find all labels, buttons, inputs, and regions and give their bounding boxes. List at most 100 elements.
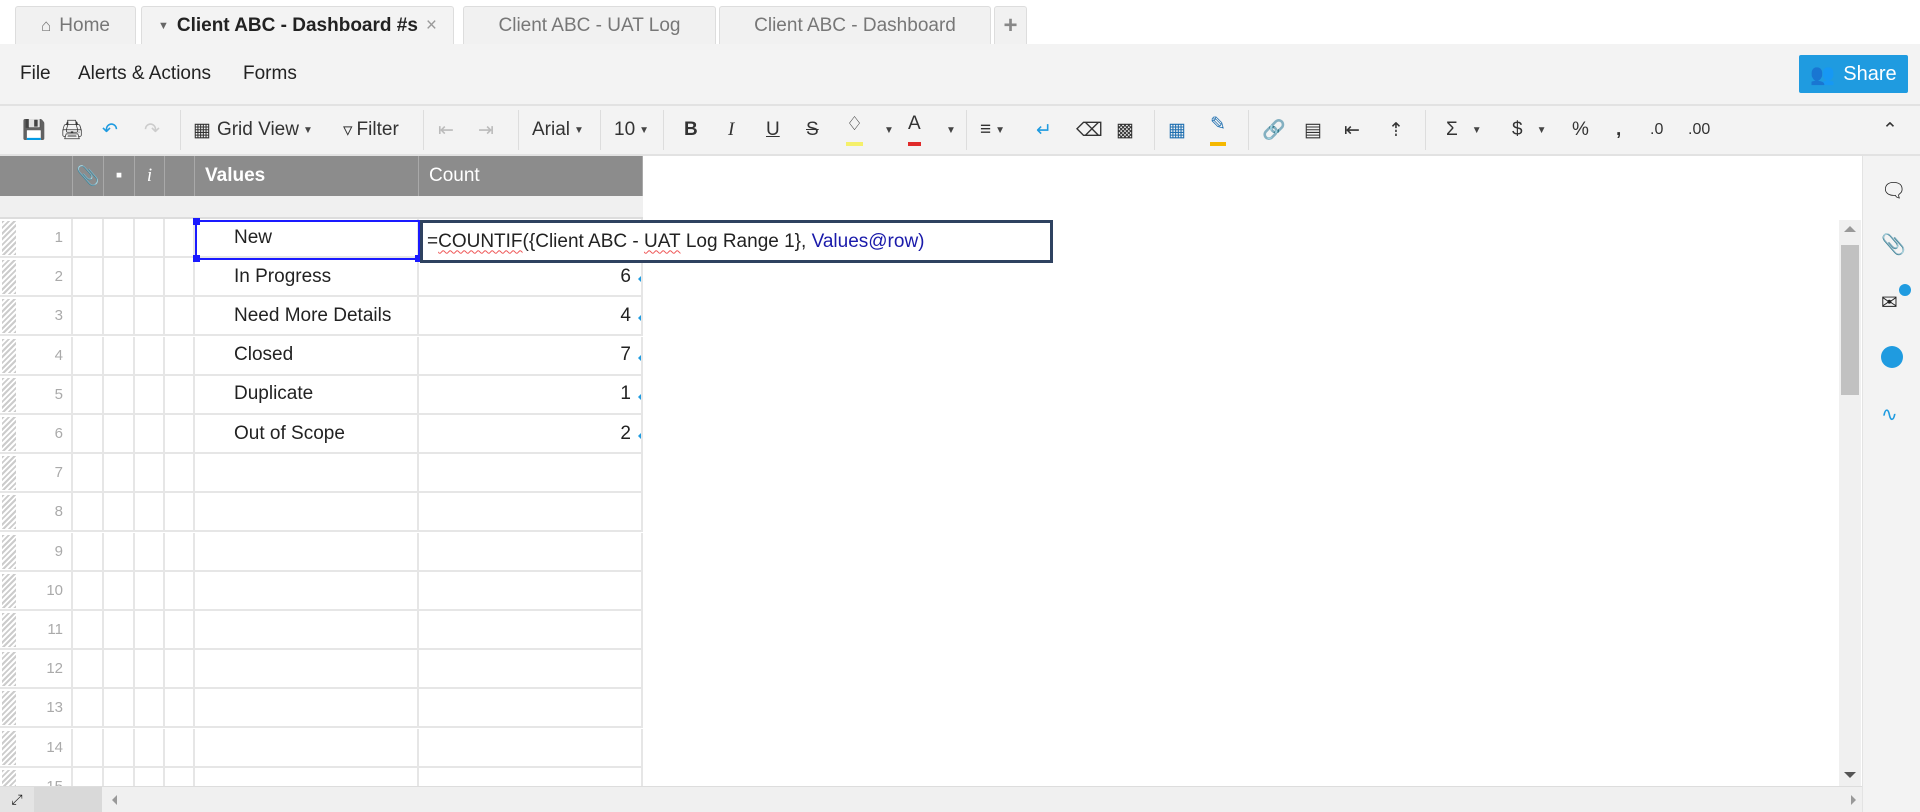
cell-values[interactable]	[195, 454, 419, 492]
cell-count[interactable]	[419, 532, 643, 570]
cell[interactable]	[73, 219, 104, 256]
cell-values[interactable]	[195, 493, 419, 531]
cell[interactable]	[104, 375, 135, 413]
cell[interactable]	[104, 728, 135, 766]
cell[interactable]	[104, 493, 135, 531]
fullscreen-icon[interactable]: ⤢	[0, 787, 34, 812]
cell-values[interactable]: Need More Details	[195, 297, 419, 335]
wrap-text-icon[interactable]: ↵	[1036, 106, 1052, 154]
cell[interactable]	[165, 493, 195, 531]
tab-dashboard[interactable]: Client ABC - Dashboard	[719, 6, 991, 44]
sum-button[interactable]: Σ ▼	[1446, 106, 1482, 154]
cell[interactable]	[135, 650, 165, 688]
cell[interactable]	[165, 689, 195, 727]
cell[interactable]	[73, 375, 104, 413]
cell-values[interactable]	[195, 689, 419, 727]
bold-button[interactable]: B	[684, 106, 698, 154]
cell[interactable]	[73, 415, 104, 452]
cell[interactable]	[135, 728, 165, 766]
cell-values[interactable]: Duplicate	[195, 375, 419, 413]
cell[interactable]	[165, 375, 195, 413]
cell[interactable]	[135, 297, 165, 335]
cell[interactable]	[73, 258, 104, 296]
cell[interactable]	[104, 454, 135, 492]
attachment-icon[interactable]: 📎	[1881, 232, 1906, 256]
attachment-icon[interactable]: 📎	[73, 156, 104, 196]
print-icon[interactable]: 🖨	[60, 106, 84, 154]
column-header-count[interactable]: Count	[419, 156, 643, 196]
font-color-button[interactable]: A	[908, 106, 921, 146]
cell[interactable]	[135, 493, 165, 531]
chevron-down-icon[interactable]: ▼	[158, 20, 169, 32]
cell[interactable]	[135, 454, 165, 492]
row-drag-handle[interactable]	[2, 691, 16, 726]
insert-column-icon[interactable]: ⇡	[1388, 106, 1404, 154]
cell-values[interactable]	[195, 571, 419, 609]
scroll-up-arrow[interactable]	[1844, 226, 1856, 232]
cell[interactable]	[165, 297, 195, 335]
row-drag-handle[interactable]	[2, 730, 16, 765]
cell[interactable]	[165, 728, 195, 766]
comma-button[interactable]: ,	[1616, 106, 1621, 154]
cell[interactable]	[73, 611, 104, 648]
cell[interactable]	[135, 689, 165, 727]
cell-count[interactable]: 7	[419, 336, 643, 374]
row-drag-handle[interactable]	[2, 456, 16, 491]
font-dropdown[interactable]: Arial ▼	[532, 106, 584, 154]
cell[interactable]	[73, 728, 104, 766]
indent-icon[interactable]: ⇥	[478, 106, 494, 154]
tab-uat-log[interactable]: Client ABC - UAT Log	[463, 6, 716, 44]
menu-forms[interactable]: Forms	[243, 63, 297, 85]
row-drag-handle[interactable]	[2, 652, 16, 687]
row-drag-handle[interactable]	[2, 260, 16, 295]
collapse-toolbar-icon[interactable]: ⌃	[1882, 106, 1898, 154]
currency-button[interactable]: $ ▼	[1512, 106, 1546, 154]
cell[interactable]	[73, 454, 104, 492]
cell[interactable]	[135, 611, 165, 648]
cell[interactable]	[104, 650, 135, 688]
cell[interactable]	[104, 258, 135, 296]
info-icon[interactable]: i	[135, 156, 165, 196]
italic-button[interactable]: I	[728, 106, 734, 154]
cell[interactable]	[73, 650, 104, 688]
row-drag-handle[interactable]	[2, 534, 16, 569]
cell[interactable]	[73, 571, 104, 609]
menu-alerts-actions[interactable]: Alerts & Actions	[78, 63, 211, 85]
cell[interactable]	[104, 571, 135, 609]
cell-count[interactable]: 6	[419, 258, 643, 296]
outdent-icon[interactable]: ⇤	[438, 106, 454, 154]
cell[interactable]	[73, 297, 104, 335]
cell-values[interactable]: Closed	[195, 336, 419, 374]
close-icon[interactable]: ×	[426, 15, 437, 37]
cell-count[interactable]	[419, 689, 643, 727]
filter-button[interactable]: ▿ Filter	[343, 106, 399, 154]
fill-color-icon[interactable]: ♢	[846, 106, 864, 146]
cell[interactable]	[135, 532, 165, 570]
decrease-decimal-button[interactable]: .0	[1650, 106, 1663, 154]
conversations-icon[interactable]: 🗨	[1881, 178, 1906, 202]
cell[interactable]	[104, 532, 135, 570]
cell-values[interactable]	[195, 611, 419, 648]
row-drag-handle[interactable]	[2, 573, 16, 608]
scroll-right-arrow[interactable]	[1851, 795, 1856, 805]
table-format-icon[interactable]: ▦	[1168, 106, 1186, 154]
new-tab-button[interactable]: +	[994, 6, 1027, 44]
cell[interactable]	[104, 611, 135, 648]
cell-count[interactable]	[419, 493, 643, 531]
undo-icon[interactable]: ↶	[102, 106, 118, 154]
comment-icon[interactable]: ▪	[104, 156, 135, 196]
cell-values[interactable]	[195, 650, 419, 688]
cell[interactable]	[104, 415, 135, 452]
cell[interactable]	[165, 454, 195, 492]
cell-count[interactable]	[419, 611, 643, 648]
cell[interactable]	[165, 571, 195, 609]
row-drag-handle[interactable]	[2, 221, 16, 255]
increase-decimal-button[interactable]: .00	[1688, 106, 1710, 154]
activity-log-icon[interactable]: ∿	[1881, 402, 1905, 426]
cell[interactable]	[104, 219, 135, 256]
row-drag-handle[interactable]	[2, 338, 16, 373]
cell[interactable]	[104, 297, 135, 335]
formula-editor[interactable]: = COUNTIF ({Client ABC - UAT Log Range 1},…	[420, 220, 1053, 263]
cell[interactable]	[165, 336, 195, 374]
scroll-thumb[interactable]	[1841, 245, 1859, 395]
